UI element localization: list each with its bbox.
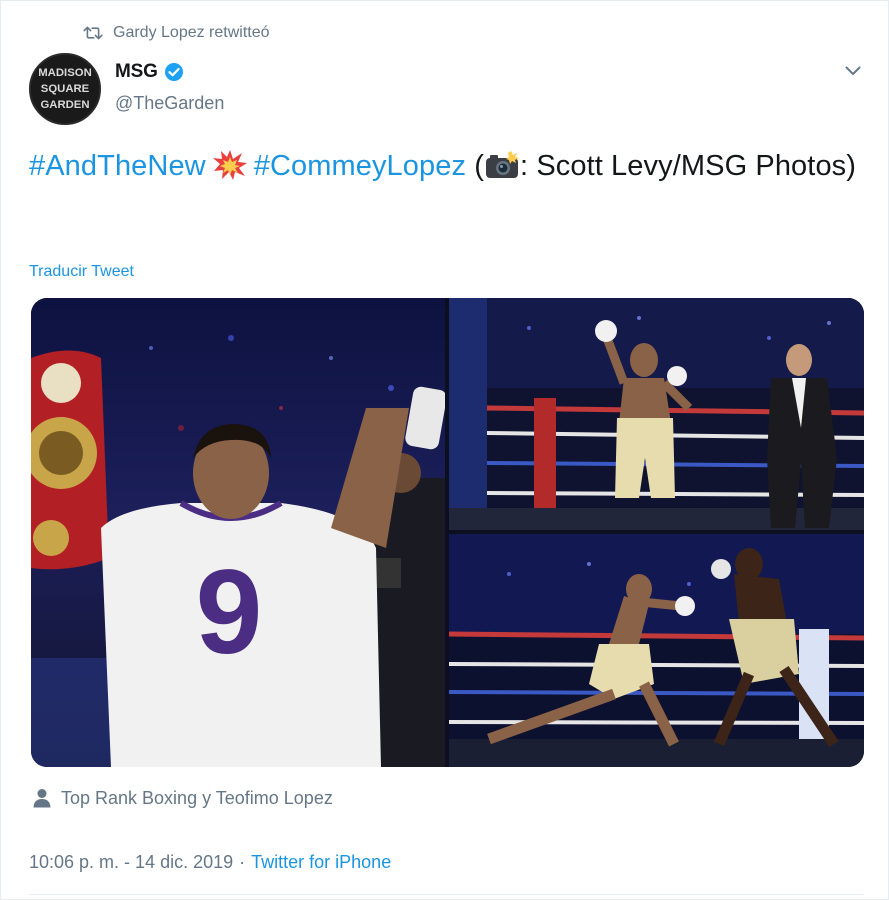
divider [29, 894, 864, 895]
retweet-context: Gardy Lopez retwitteó [83, 23, 270, 43]
tweet-meta: 10:06 p. m. - 14 dic. 2019 · Twitter for… [29, 850, 391, 874]
tweet-menu-button[interactable] [841, 61, 865, 81]
name-row: MSG [115, 61, 224, 83]
chevron-down-icon [845, 66, 861, 75]
photo-ring-celebration[interactable] [449, 298, 864, 530]
verified-badge-icon [164, 62, 184, 82]
photo-knockdown-punch[interactable] [449, 534, 864, 767]
photo-boxer-with-belt[interactable]: 9 [31, 298, 445, 767]
avatar-text-3: GARDEN [40, 99, 89, 111]
svg-text:9: 9 [196, 545, 263, 679]
avatar-text-1: MADISON [38, 67, 92, 79]
handle[interactable]: @TheGarden [115, 93, 224, 114]
hashtag-commeylopez[interactable]: #CommeyLopez [254, 150, 466, 182]
tagged-users-text[interactable]: Top Rank Boxing y Teofimo Lopez [61, 788, 333, 809]
user-block: MSG @TheGarden [115, 61, 224, 114]
avatar[interactable]: MADISON SQUARE GARDEN [29, 53, 101, 125]
person-icon [33, 788, 51, 808]
translate-tweet-link[interactable]: Traducir Tweet [29, 263, 134, 281]
tagged-users: Top Rank Boxing y Teofimo Lopez [33, 787, 333, 809]
hashtag-andthenew[interactable]: #AndTheNew [29, 150, 206, 182]
tweet-timestamp[interactable]: 10:06 p. m. - 14 dic. 2019 [29, 852, 233, 873]
avatar-text-2: SQUARE [41, 83, 90, 95]
tweet-text: #AndTheNew #CommeyLopez ( : Scott Levy/M… [29, 144, 869, 188]
collision-emoji [212, 149, 248, 181]
tweet-credit: : Scott Levy/MSG Photos) [520, 150, 857, 182]
media-grid: 9 [31, 298, 864, 767]
meta-separator: · [239, 851, 246, 872]
display-name[interactable]: MSG [115, 61, 158, 83]
camera-with-flash-emoji [484, 150, 520, 180]
retweet-icon [83, 25, 103, 41]
tweet-open-paren: ( [466, 150, 484, 182]
retweet-context-text[interactable]: Gardy Lopez retwitteó [113, 24, 270, 42]
madison-square-garden-logo: MADISON SQUARE GARDEN [31, 55, 99, 123]
tweet-card: Gardy Lopez retwitteó MADISON SQUARE GAR… [0, 0, 889, 900]
tweet-source-link[interactable]: Twitter for iPhone [251, 852, 391, 873]
